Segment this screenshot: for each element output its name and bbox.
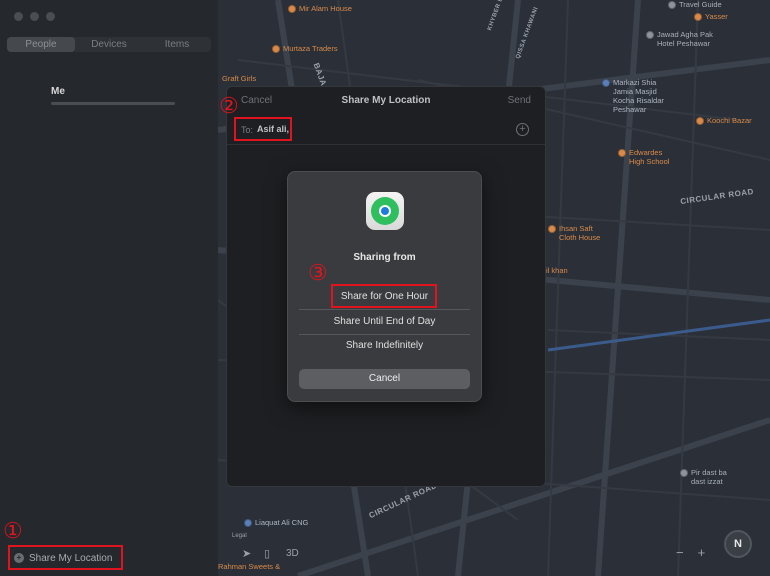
map-poi[interactable]: Koochi Bazar <box>696 116 752 125</box>
school-pin-icon <box>618 149 626 157</box>
compass-button[interactable]: N <box>724 530 752 558</box>
map-poi[interactable]: il khan <box>546 266 568 275</box>
tab-devices[interactable]: Devices <box>75 37 143 52</box>
highlight-share-my-location <box>8 545 123 570</box>
highlight-one-hour <box>331 284 437 308</box>
map-poi[interactable]: Pir dast ba dast izzat <box>680 468 727 486</box>
poi-label: Edwardes High School <box>629 148 670 166</box>
me-label[interactable]: Me <box>51 86 65 97</box>
sheet-header: Cancel Share My Location Send <box>227 87 545 115</box>
step-2-marker: ② <box>219 94 239 119</box>
map-poi[interactable]: Edwardes High School <box>618 148 669 166</box>
poi-label: Pir dast ba dast izzat <box>691 468 727 486</box>
location-arrow-icon[interactable]: ➤ <box>242 547 251 560</box>
step-1-marker: ① <box>3 519 23 544</box>
map-poi[interactable]: Graft Girls <box>222 74 256 83</box>
poi-label: Mir Alam House <box>299 4 352 13</box>
step-3-marker: ③ <box>308 261 328 286</box>
zoom-controls: − + <box>676 545 705 560</box>
tab-people[interactable]: People <box>7 37 75 52</box>
map-poi[interactable]: Mir Alam House <box>288 4 352 13</box>
map-poi[interactable]: Liaquat Ali CNG <box>244 518 308 527</box>
poi-label: Ihsan Saft Cloth House <box>559 224 601 242</box>
zoom-out-button[interactable]: − <box>676 545 684 560</box>
add-contact-icon[interactable]: + <box>516 123 529 136</box>
map-mode-icon[interactable]: ▯ <box>264 547 270 560</box>
poi-pin-icon <box>694 13 702 21</box>
find-my-app-icon <box>366 192 404 230</box>
map-poi[interactable]: Rahman Sweets & <box>218 562 280 571</box>
sidebar: People Devices Items Me + Share My Locat… <box>0 0 218 576</box>
poi-label: Koochi Bazar <box>707 116 752 125</box>
map-poi[interactable]: Jawad Agha Pak Hotel Peshawar <box>646 30 713 48</box>
map-poi[interactable]: Travel Guide <box>668 0 722 9</box>
map-poi[interactable]: Yasser <box>694 12 728 21</box>
poi-label: Travel Guide <box>679 0 722 9</box>
poi-pin-icon <box>696 117 704 125</box>
poi-label: il khan <box>546 266 568 275</box>
dialog-cancel-button[interactable]: Cancel <box>299 369 470 389</box>
window-controls <box>14 12 55 21</box>
fuel-pin-icon <box>244 519 252 527</box>
poi-label: Graft Girls <box>222 74 257 83</box>
poi-pin-icon <box>668 1 676 9</box>
me-subtitle-placeholder <box>51 102 175 105</box>
sheet-title: Share My Location <box>341 95 431 106</box>
poi-label: Rahman Sweets & <box>218 562 281 571</box>
poi-label: Murtaza Traders <box>283 44 338 53</box>
legal-link[interactable]: Legal <box>232 533 247 539</box>
map-poi[interactable]: Ihsan Saft Cloth House <box>548 224 600 242</box>
poi-pin-icon <box>646 31 654 39</box>
close-window-button[interactable] <box>14 12 23 21</box>
poi-pin-icon <box>548 225 556 233</box>
poi-pin-icon <box>680 469 688 477</box>
poi-pin-icon <box>272 45 280 53</box>
highlight-recipient <box>234 117 292 141</box>
poi-pin-icon <box>288 5 296 13</box>
poi-label: Yasser <box>705 12 728 21</box>
maximize-window-button[interactable] <box>46 12 55 21</box>
send-button[interactable]: Send <box>508 95 531 106</box>
tab-items[interactable]: Items <box>143 37 211 52</box>
minimize-window-button[interactable] <box>30 12 39 21</box>
map-poi[interactable]: Markazi Shia Jamia Masjid Kocha Risaldar… <box>602 78 664 114</box>
view-3d-button[interactable]: 3D <box>286 548 299 559</box>
share-until-end-of-day-button[interactable]: Share Until End of Day <box>299 310 470 334</box>
zoom-in-button[interactable]: + <box>698 545 706 560</box>
mosque-pin-icon <box>602 79 610 87</box>
poi-label: Markazi Shia Jamia Masjid Kocha Risaldar… <box>613 78 664 114</box>
poi-label: Jawad Agha Pak Hotel Peshawar <box>657 30 713 48</box>
map-poi[interactable]: Murtaza Traders <box>272 44 338 53</box>
segmented-tabs: People Devices Items <box>7 37 211 52</box>
poi-label: Liaquat Ali CNG <box>255 518 309 527</box>
share-indefinitely-button[interactable]: Share Indefinitely <box>299 334 470 358</box>
